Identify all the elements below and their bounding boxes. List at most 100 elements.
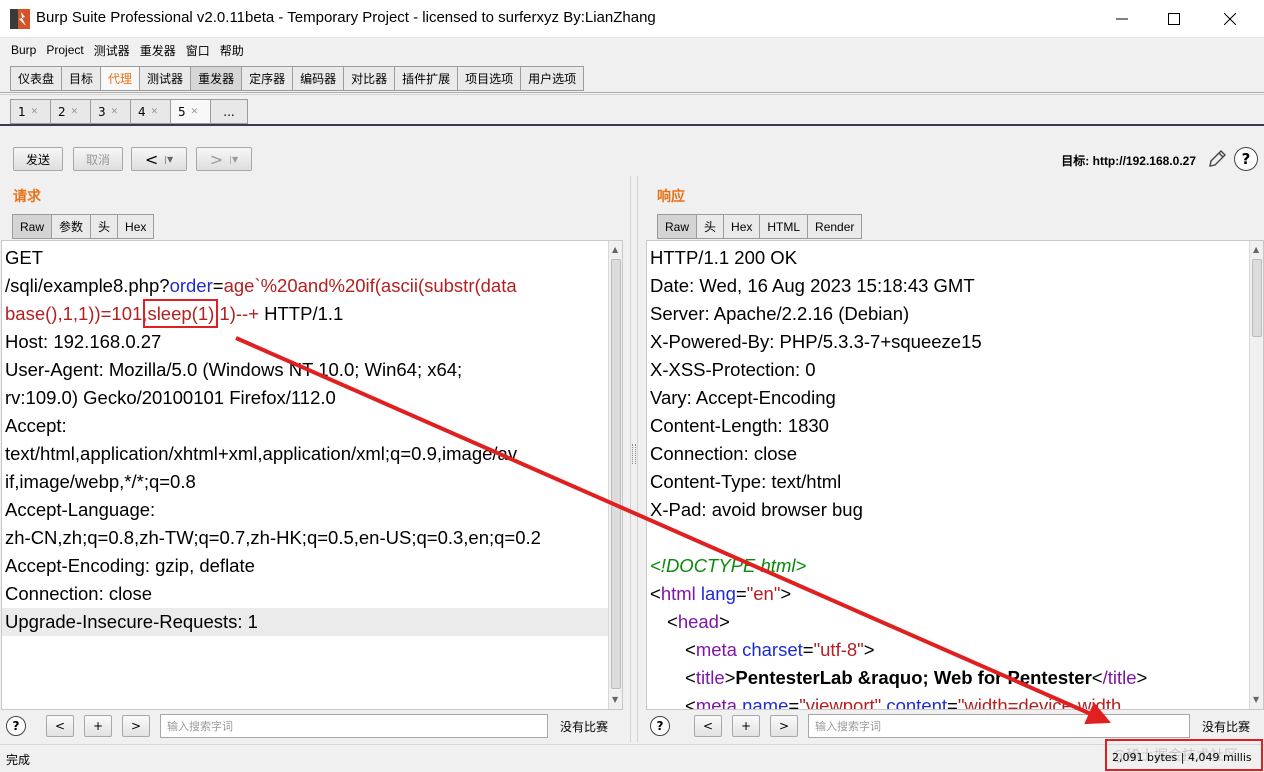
help-icon[interactable]: ?: [650, 716, 670, 736]
close-tab-icon[interactable]: ✕: [191, 107, 199, 117]
response-blank-line: [647, 524, 1247, 552]
close-icon: [1224, 13, 1236, 25]
request-view-tabs: Raw 参数 头 Hex: [12, 214, 155, 239]
minimize-button[interactable]: [1096, 0, 1148, 38]
menu-intruder[interactable]: 测试器: [89, 42, 135, 59]
response-line: Content-Type: text/html: [650, 471, 842, 492]
response-tab-html[interactable]: HTML: [759, 214, 808, 239]
request-tab-raw[interactable]: Raw: [12, 214, 52, 239]
tab-target[interactable]: 目标: [61, 66, 101, 91]
menu-help[interactable]: 帮助: [215, 42, 249, 59]
tab-extender[interactable]: 插件扩展: [394, 66, 458, 91]
menu-repeater[interactable]: 重发器: [135, 42, 181, 59]
close-tab-icon[interactable]: ✕: [151, 107, 159, 117]
response-editor[interactable]: HTTP/1.1 200 OK Date: Wed, 16 Aug 2023 1…: [646, 240, 1264, 710]
request-line: Connection: close: [5, 583, 153, 604]
tab-repeater[interactable]: 重发器: [190, 66, 242, 91]
response-tab-raw[interactable]: Raw: [657, 214, 697, 239]
request-editor[interactable]: GET /sqli/example8.php?order=age`%20and%…: [1, 240, 623, 710]
dropdown-icon: |▼: [229, 154, 239, 164]
repeater-tab-2[interactable]: 2 ✕: [50, 99, 90, 124]
scroll-up-icon[interactable]: ▲: [612, 245, 618, 254]
search-add-button[interactable]: +: [84, 715, 112, 737]
response-tab-hex[interactable]: Hex: [723, 214, 760, 239]
send-button[interactable]: 发送: [13, 147, 63, 171]
scroll-up-icon[interactable]: ▲: [1253, 245, 1259, 254]
repeater-tab-4[interactable]: 4 ✕: [130, 99, 170, 124]
request-line: Accept-Language:: [5, 499, 156, 520]
menu-burp[interactable]: Burp: [6, 43, 41, 57]
response-tab-headers[interactable]: 头: [696, 214, 724, 239]
request-line: GET: [5, 247, 44, 268]
request-line: User-Agent: Mozilla/5.0 (Windows NT 10.0…: [5, 359, 463, 380]
menu-window[interactable]: 窗口: [181, 42, 215, 59]
request-title: 请求: [13, 189, 41, 205]
back-button[interactable]: < |▼: [131, 147, 187, 171]
tab-proxy[interactable]: 代理: [100, 66, 140, 91]
request-line: Host: 192.168.0.27: [5, 331, 162, 352]
tab-decoder[interactable]: 编码器: [292, 66, 344, 91]
request-tab-headers[interactable]: 头: [90, 214, 118, 239]
response-scrollbar[interactable]: ▲ ▼: [1249, 241, 1263, 709]
tab-sequencer[interactable]: 定序器: [241, 66, 293, 91]
repeater-tab-3[interactable]: 3 ✕: [90, 99, 130, 124]
forward-button[interactable]: > |▼: [196, 147, 252, 171]
response-line: HTTP/1.1 200 OK: [650, 247, 798, 268]
request-search-input[interactable]: 输入搜索字词: [160, 714, 548, 738]
close-tab-icon[interactable]: ✕: [111, 107, 119, 117]
response-line: <title>PentesterLab &raquo; Web for Pent…: [685, 667, 1148, 688]
close-tab-icon[interactable]: ✕: [31, 107, 39, 117]
status-bar: 完成 @稀土掘金技术社区 2,091 bytes | 4,049 millis: [0, 739, 1264, 772]
maximize-button[interactable]: [1148, 0, 1200, 38]
scroll-thumb[interactable]: [611, 259, 621, 689]
pencil-icon[interactable]: [1206, 148, 1228, 170]
help-icon[interactable]: ?: [6, 716, 26, 736]
request-line: zh-CN,zh;q=0.8,zh-TW;q=0.7,zh-HK;q=0.5,e…: [5, 527, 541, 548]
forward-label: >: [209, 149, 224, 169]
search-add-button[interactable]: +: [732, 715, 760, 737]
pane-divider[interactable]: [630, 176, 638, 742]
dropdown-icon: |▼: [164, 154, 174, 164]
request-scrollbar[interactable]: ▲ ▼: [608, 241, 622, 709]
menu-project[interactable]: Project: [41, 43, 88, 57]
tab-intruder[interactable]: 测试器: [139, 66, 191, 91]
search-prev-button[interactable]: <: [46, 715, 74, 737]
tab-separator: [0, 92, 1264, 95]
divider-grip-icon: [632, 444, 636, 464]
response-line: <meta name="viewport" content="width=dev…: [685, 695, 1122, 710]
search-next-button[interactable]: >: [122, 715, 150, 737]
scroll-down-icon[interactable]: ▼: [612, 695, 618, 704]
request-tab-params[interactable]: 参数: [51, 214, 91, 239]
close-button[interactable]: [1204, 0, 1256, 38]
scroll-down-icon[interactable]: ▼: [1253, 695, 1259, 704]
response-line: <head>: [667, 611, 730, 632]
request-line: /sqli/example8.php?order=age`%20and%20if…: [5, 275, 517, 296]
response-view-tabs: Raw 头 Hex HTML Render: [657, 214, 863, 239]
repeater-tab-new[interactable]: ...: [210, 99, 248, 124]
request-line: Accept:: [5, 415, 67, 436]
scroll-thumb[interactable]: [1252, 259, 1262, 337]
repeater-tab-5[interactable]: 5 ✕: [170, 99, 210, 124]
repeater-tabs: 1 ✕ 2 ✕ 3 ✕ 4 ✕ 5 ✕ ...: [10, 99, 248, 124]
request-line: Accept-Encoding: gzip, deflate: [5, 555, 255, 576]
help-icon[interactable]: ?: [1234, 147, 1258, 171]
close-tab-icon[interactable]: ✕: [71, 107, 79, 117]
repeater-tab-1[interactable]: 1 ✕: [10, 99, 50, 124]
response-line: Date: Wed, 16 Aug 2023 15:18:43 GMT: [650, 275, 975, 296]
response-line: X-XSS-Protection: 0: [650, 359, 816, 380]
response-line: X-Powered-By: PHP/5.3.3-7+squeeze15: [650, 331, 982, 352]
request-match-count: 没有比赛: [560, 719, 609, 734]
cancel-button[interactable]: 取消: [73, 147, 123, 171]
response-match-count: 没有比赛: [1202, 719, 1251, 734]
tab-user-options[interactable]: 用户选项: [520, 66, 585, 91]
response-search-input[interactable]: 输入搜索字词: [808, 714, 1190, 738]
request-tab-hex[interactable]: Hex: [117, 214, 155, 239]
tab-project-options[interactable]: 项目选项: [457, 66, 521, 91]
tab-comparer[interactable]: 对比器: [343, 66, 395, 91]
search-next-button[interactable]: >: [770, 715, 798, 737]
tab-dashboard[interactable]: 仪表盘: [10, 66, 62, 91]
response-tab-render[interactable]: Render: [807, 214, 863, 239]
search-prev-button[interactable]: <: [694, 715, 722, 737]
response-line: Connection: close: [650, 443, 798, 464]
burp-logo-icon: [10, 9, 30, 29]
